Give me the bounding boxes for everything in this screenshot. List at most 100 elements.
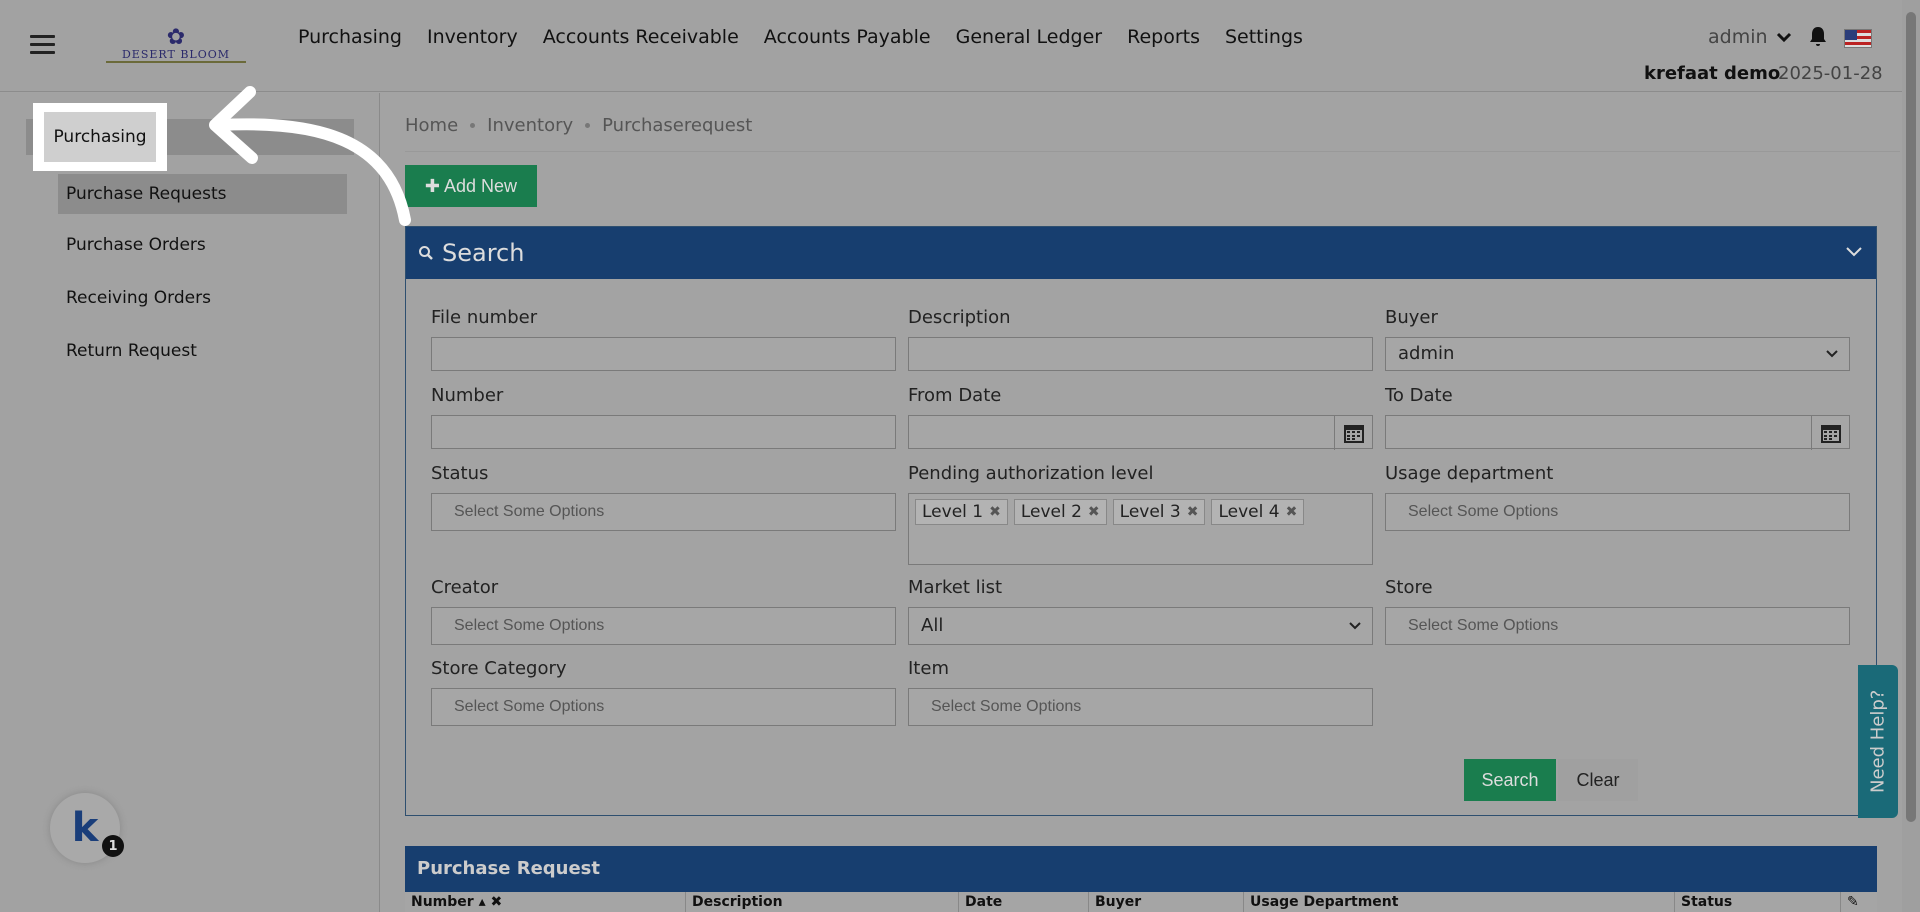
column-usage-department[interactable]: Usage Department	[1244, 892, 1675, 912]
company-logo[interactable]: ✿ DESERT BLOOM	[106, 25, 246, 64]
number-label: Number	[431, 385, 504, 406]
sidebar-item-receiving-orders[interactable]: Receiving Orders	[66, 288, 211, 308]
file-number-label: File number	[431, 307, 538, 328]
us-flag-icon[interactable]	[1844, 29, 1872, 48]
clear-button[interactable]: Clear	[1558, 759, 1638, 801]
buyer-select[interactable]: admin	[1385, 337, 1850, 371]
scrollbar-thumb[interactable]	[1906, 12, 1916, 822]
search-button[interactable]: Search	[1464, 759, 1556, 801]
account-name: krefaat demo	[1644, 63, 1781, 84]
nav-reports[interactable]: Reports	[1127, 26, 1200, 48]
nav-general-ledger[interactable]: General Ledger	[956, 26, 1102, 48]
market-list-value: All	[921, 615, 944, 636]
number-input[interactable]	[431, 415, 896, 449]
scrollbar[interactable]	[1902, 0, 1920, 912]
k-logo-icon: k	[71, 805, 99, 851]
column-date[interactable]: Date	[959, 892, 1089, 912]
chevron-down-icon	[1776, 32, 1791, 43]
divider	[405, 151, 1900, 152]
breadcrumb-separator	[585, 123, 591, 128]
remove-tag-icon[interactable]: ✖	[1187, 504, 1199, 520]
sidebar: Purchase Requests Purchase Orders Receiv…	[0, 93, 380, 912]
remove-tag-icon[interactable]: ✖	[989, 504, 1001, 520]
sidebar-item-purchase-requests[interactable]: Purchase Requests	[58, 174, 347, 214]
sidebar-section-purchasing-highlight[interactable]: Purchasing	[33, 103, 167, 171]
user-menu[interactable]: admin	[1708, 26, 1792, 48]
nav-inventory[interactable]: Inventory	[427, 26, 518, 48]
calendar-icon[interactable]	[1334, 416, 1372, 450]
column-number[interactable]: Number ▴ ✖	[405, 892, 686, 912]
buyer-value: admin	[1398, 343, 1455, 364]
top-navigation: Purchasing Inventory Accounts Receivable…	[298, 26, 1303, 48]
search-icon	[419, 246, 433, 260]
from-date-label: From Date	[908, 385, 1002, 406]
need-help-tab[interactable]: Need Help?	[1858, 665, 1898, 818]
assistant-badge[interactable]: k 1	[50, 793, 124, 863]
bell-icon[interactable]	[1806, 25, 1830, 49]
nav-settings[interactable]: Settings	[1225, 26, 1303, 48]
column-label: Number	[411, 894, 474, 910]
status-multiselect[interactable]: Select Some Options	[431, 493, 896, 531]
column-buyer[interactable]: Buyer	[1089, 892, 1244, 912]
pending-level-label: Pending authorization level	[908, 463, 1154, 484]
item-label: Item	[908, 658, 949, 679]
breadcrumb: Home Inventory Purchaserequest	[405, 115, 752, 136]
file-number-input[interactable]	[431, 337, 896, 371]
remove-tag-icon[interactable]: ✖	[1088, 504, 1100, 520]
market-list-select[interactable]: All	[908, 607, 1373, 645]
item-multiselect[interactable]: Select Some Options	[908, 688, 1373, 726]
description-label: Description	[908, 307, 1011, 328]
from-date-input[interactable]	[908, 415, 1373, 450]
tag-label: Level 2	[1020, 502, 1082, 522]
breadcrumb-current: Purchaserequest	[602, 115, 753, 136]
search-panel: Search File number Description Buyer adm…	[405, 226, 1877, 816]
breadcrumb-separator	[470, 123, 476, 128]
chevron-down-icon	[1826, 350, 1838, 358]
pending-level-multiselect[interactable]: Level 1 ✖ Level 2 ✖ Level 3 ✖ Level 4 ✖	[908, 493, 1373, 565]
calendar-icon[interactable]	[1811, 416, 1849, 450]
main-content: Home Inventory Purchaserequest ✚ Add New…	[381, 93, 1902, 912]
search-panel-header[interactable]: Search	[406, 227, 1876, 279]
nav-purchasing[interactable]: Purchasing	[298, 26, 402, 48]
store-multiselect[interactable]: Select Some Options	[1385, 607, 1850, 645]
hamburger-menu-icon[interactable]	[30, 35, 55, 55]
user-name: admin	[1708, 26, 1768, 48]
store-category-multiselect[interactable]: Select Some Options	[431, 688, 896, 726]
status-label: Status	[431, 463, 489, 484]
level-tag: Level 4 ✖	[1211, 499, 1305, 525]
usage-department-label: Usage department	[1385, 463, 1554, 484]
logo-text: DESERT BLOOM	[106, 48, 246, 63]
add-new-button[interactable]: ✚ Add New	[405, 165, 537, 207]
remove-tag-icon[interactable]: ✖	[1286, 504, 1298, 520]
column-status[interactable]: Status	[1675, 892, 1841, 912]
sidebar-section-label: Purchasing	[44, 112, 156, 162]
chevron-down-icon[interactable]	[1844, 241, 1864, 261]
notification-count: 1	[102, 835, 124, 857]
nav-accounts-payable[interactable]: Accounts Payable	[764, 26, 931, 48]
description-input[interactable]	[908, 337, 1373, 371]
usage-department-multiselect[interactable]: Select Some Options	[1385, 493, 1850, 531]
market-list-label: Market list	[908, 577, 1003, 598]
top-header: ✿ DESERT BLOOM Purchasing Inventory Acco…	[0, 0, 1902, 92]
breadcrumb-inventory[interactable]: Inventory	[487, 115, 573, 136]
search-panel-title: Search	[442, 239, 525, 267]
chevron-down-icon	[1349, 622, 1361, 630]
current-date: 2025-01-28	[1778, 63, 1883, 84]
flower-icon: ✿	[166, 25, 186, 50]
tag-label: Level 4	[1218, 502, 1280, 522]
nav-accounts-receivable[interactable]: Accounts Receivable	[543, 26, 739, 48]
level-tag: Level 3 ✖	[1112, 499, 1206, 525]
store-label: Store	[1385, 577, 1433, 598]
breadcrumb-home[interactable]: Home	[405, 115, 458, 136]
creator-label: Creator	[431, 577, 499, 598]
plus-icon: ✚	[424, 175, 441, 196]
buyer-label: Buyer	[1385, 307, 1438, 328]
column-description[interactable]: Description	[686, 892, 959, 912]
sidebar-item-return-request[interactable]: Return Request	[66, 341, 197, 361]
tag-label: Level 1	[922, 502, 984, 522]
sidebar-item-purchase-orders[interactable]: Purchase Orders	[66, 235, 206, 255]
creator-multiselect[interactable]: Select Some Options	[431, 607, 896, 645]
add-new-label: Add New	[444, 175, 518, 196]
to-date-input[interactable]	[1385, 415, 1850, 450]
pencil-icon[interactable]: ✎	[1841, 892, 1877, 912]
